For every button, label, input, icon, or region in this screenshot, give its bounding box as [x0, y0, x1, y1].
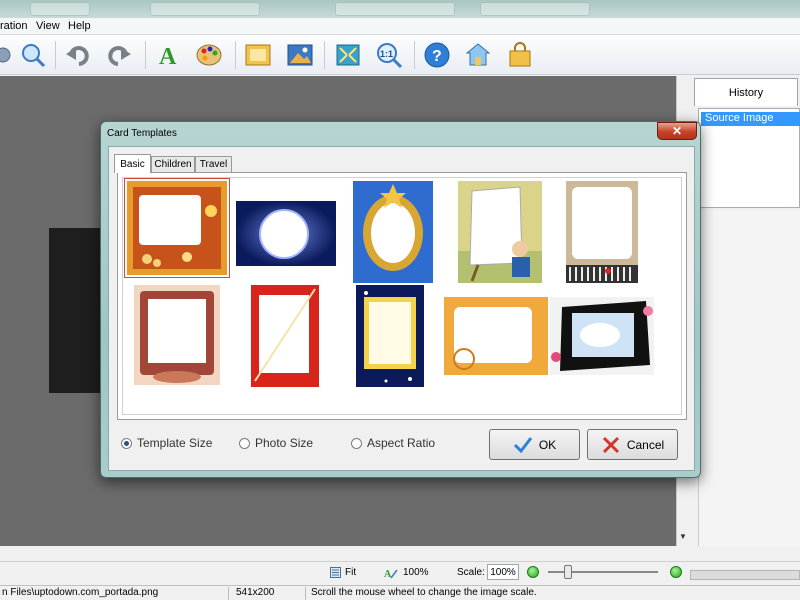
svg-text:1:1: 1:1: [380, 49, 393, 59]
photo-size-radio[interactable]: [239, 437, 250, 449]
template-thumbnail[interactable]: [566, 181, 638, 283]
home-icon[interactable]: [463, 40, 493, 70]
close-icon[interactable]: ✕: [657, 122, 697, 140]
menu-bar: ration View Help: [0, 18, 800, 35]
taskbar-button[interactable]: [480, 2, 590, 16]
toolbar-separator: [235, 41, 236, 69]
template-thumbnail[interactable]: [236, 201, 336, 266]
template-thumbnail[interactable]: [550, 297, 654, 375]
taskbar-button[interactable]: [30, 2, 90, 16]
zoom-out-icon[interactable]: [527, 566, 539, 578]
template-gallery: [117, 172, 687, 420]
history-list: Source Image: [698, 108, 800, 208]
zoom-in-button-icon[interactable]: [670, 566, 682, 578]
option-aspect-ratio[interactable]: Aspect Ratio: [351, 436, 435, 450]
scale-label: Scale:: [457, 567, 485, 578]
text-icon[interactable]: A: [154, 40, 184, 70]
template-thumbnail[interactable]: [124, 178, 230, 278]
help-icon[interactable]: ?: [422, 40, 452, 70]
aspect-ratio-label: Aspect Ratio: [367, 436, 436, 450]
template-size-label: Template Size: [137, 436, 213, 450]
toolbar-separator: [324, 41, 325, 69]
photo-size-label: Photo Size: [255, 436, 314, 450]
fit-button[interactable]: Fit: [345, 567, 356, 578]
menu-help[interactable]: Help: [68, 20, 91, 32]
taskbar-button[interactable]: [150, 2, 260, 16]
menu-view[interactable]: View: [36, 20, 60, 32]
scale-input[interactable]: 100%: [487, 564, 519, 580]
template-thumbnail[interactable]: [251, 285, 319, 387]
scroll-down-icon[interactable]: ▼: [679, 532, 687, 541]
option-template-size[interactable]: Template Size: [121, 436, 212, 450]
undo-icon[interactable]: [63, 40, 93, 70]
template-thumbnail[interactable]: [134, 285, 220, 385]
actual-size-icon[interactable]: 1:1: [374, 40, 404, 70]
zoom-in-icon[interactable]: [18, 40, 48, 70]
tab-history[interactable]: History: [694, 78, 798, 106]
status-divider: [228, 587, 229, 600]
dialog-body: Basic Children Travel Template Size Phot…: [108, 146, 695, 471]
template-thumbnail[interactable]: [444, 297, 548, 375]
bag-icon[interactable]: [505, 40, 535, 70]
ok-label: OK: [538, 437, 557, 452]
tab-children[interactable]: Children: [151, 156, 195, 172]
cancel-button[interactable]: Cancel: [587, 429, 678, 460]
menu-item[interactable]: ration: [0, 20, 28, 32]
svg-text:?: ?: [432, 48, 442, 65]
history-panel: History Source Image: [692, 76, 800, 546]
ok-button[interactable]: OK: [489, 429, 580, 460]
history-item[interactable]: Source Image: [701, 112, 800, 126]
toolbar-separator: [55, 41, 56, 69]
option-photo-size[interactable]: Photo Size: [239, 436, 313, 450]
aspect-ratio-radio[interactable]: [351, 437, 362, 449]
actual-zoom-icon[interactable]: A: [384, 567, 398, 582]
tab-basic[interactable]: Basic: [114, 154, 151, 173]
toolbar-separator: [145, 41, 146, 69]
taskbar-button[interactable]: [335, 2, 455, 16]
status-divider: [305, 587, 306, 600]
template-thumbnail[interactable]: [356, 285, 424, 387]
frame-icon[interactable]: [243, 40, 273, 70]
svg-text:A: A: [159, 44, 177, 68]
picture-icon[interactable]: [285, 40, 315, 70]
template-thumbnail[interactable]: [458, 181, 542, 283]
taskbar-strip: [0, 0, 800, 18]
cancel-label: Cancel: [626, 437, 665, 452]
fit-icon[interactable]: [333, 40, 363, 70]
template-size-radio[interactable]: [121, 437, 132, 449]
toolbar-separator: [414, 41, 415, 69]
image-preview: [49, 228, 101, 393]
status-bar: n Files\uptodown.com_portada.png 541x200…: [0, 585, 800, 600]
toolbar: A 1:1 ?: [0, 35, 800, 75]
status-hint: Scroll the mouse wheel to change the ima…: [311, 587, 537, 598]
status-dimensions: 541x200: [236, 587, 275, 598]
actual-size-button[interactable]: 100%: [403, 567, 429, 578]
history-empty-area: [698, 210, 800, 546]
card-templates-dialog: Card Templates ✕ Basic Children Travel T…: [100, 121, 701, 478]
tab-travel[interactable]: Travel: [195, 156, 232, 172]
palette-icon[interactable]: [195, 40, 225, 70]
redo-icon[interactable]: [104, 40, 134, 70]
template-thumbnail[interactable]: [353, 181, 433, 283]
horizontal-scrollbar[interactable]: [690, 570, 800, 580]
fit-zoom-icon[interactable]: [330, 567, 341, 581]
dialog-title: Card Templates: [107, 128, 177, 139]
cross-icon: [602, 436, 619, 453]
zoom-slider-thumb[interactable]: [564, 565, 572, 579]
status-file-path: n Files\uptodown.com_portada.png: [2, 587, 159, 598]
checkmark-icon: [513, 436, 533, 453]
